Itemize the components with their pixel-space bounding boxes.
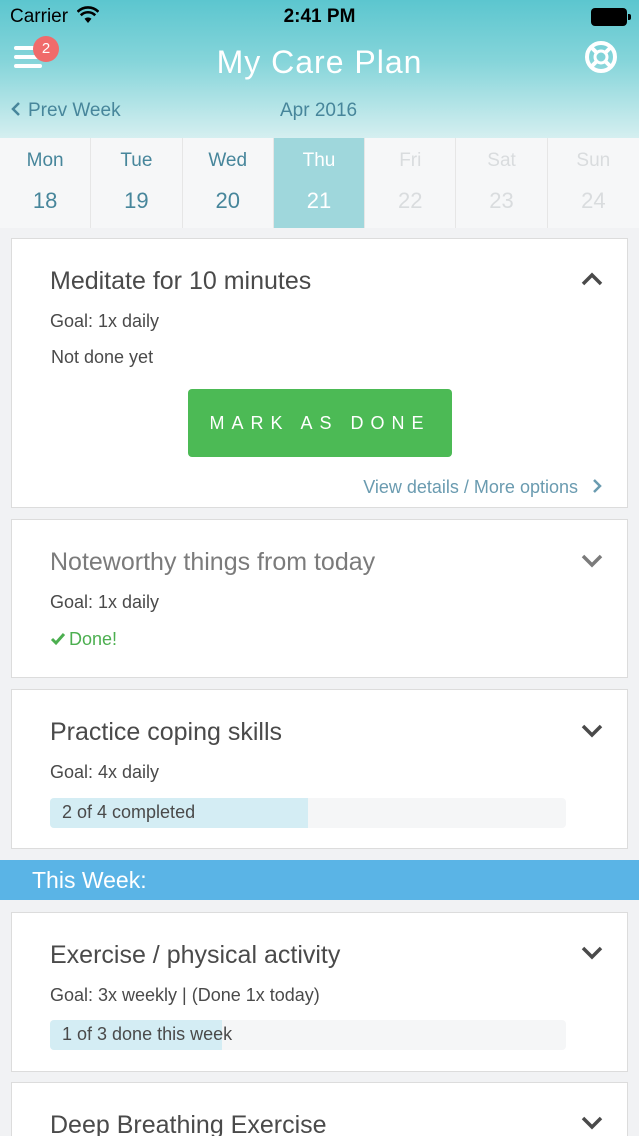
day-tue[interactable]: Tue 19 <box>91 138 183 228</box>
task-card-breathing[interactable]: Deep Breathing Exercise <box>11 1082 628 1136</box>
chevron-down-icon[interactable] <box>581 945 603 961</box>
day-sat[interactable]: Sat 23 <box>456 138 548 228</box>
day-number: 21 <box>306 188 332 213</box>
view-details-label: View details / More options <box>363 477 578 497</box>
day-sun[interactable]: Sun 24 <box>548 138 639 228</box>
day-fri[interactable]: Fri 22 <box>365 138 457 228</box>
chevron-down-icon[interactable] <box>581 723 603 739</box>
task-title: Practice coping skills <box>50 718 283 746</box>
clock: 2:41 PM <box>283 6 356 27</box>
week-day-selector: Mon 18 Tue 19 Wed 20 Thu 21 Fri 22 Sat 2… <box>0 138 639 228</box>
day-mon[interactable]: Mon 18 <box>0 138 92 228</box>
day-name: Sun <box>576 150 611 171</box>
chevron-left-icon <box>11 102 20 116</box>
task-title: Deep Breathing Exercise <box>50 1111 327 1136</box>
task-card-noteworthy[interactable]: Noteworthy things from today Goal: 1x da… <box>11 519 628 678</box>
task-done-status: Done! <box>50 629 117 650</box>
header: Carrier 2:41 PM 2 My Care Plan Prev Week… <box>0 0 639 138</box>
task-title: Noteworthy things from today <box>50 548 376 576</box>
day-number: 20 <box>215 188 240 213</box>
day-number: 18 <box>32 188 58 213</box>
this-week-header: This Week: <box>0 860 639 900</box>
prev-week-label: Prev Week <box>28 100 121 121</box>
month-label: Apr 2016 <box>280 100 358 121</box>
battery-icon <box>591 8 631 26</box>
chevron-up-icon[interactable] <box>581 271 603 287</box>
status-bar: Carrier 2:41 PM <box>0 0 639 34</box>
day-number: 22 <box>398 188 423 213</box>
check-icon <box>50 633 66 646</box>
progress-bar: 2 of 4 completed <box>50 798 566 828</box>
view-details-link[interactable]: View details / More options <box>363 477 603 498</box>
care-plan-screen: Carrier 2:41 PM 2 My Care Plan Prev Week… <box>0 0 639 1136</box>
day-name: Tue <box>120 150 153 171</box>
lifebuoy-icon[interactable] <box>584 40 618 74</box>
progress-text: 2 of 4 completed <box>62 802 196 822</box>
done-label: Done! <box>69 629 118 649</box>
task-goal: Goal: 1x daily <box>50 311 160 331</box>
task-title: Meditate for 10 minutes <box>50 267 312 295</box>
task-card-meditate: Meditate for 10 minutes Goal: 1x daily N… <box>11 238 628 508</box>
chevron-right-icon <box>593 479 602 493</box>
day-thu[interactable]: Thu 21 <box>273 138 366 228</box>
day-name: Sat <box>487 150 516 171</box>
chevron-down-icon[interactable] <box>581 1115 603 1131</box>
page-title: My Care Plan <box>216 44 423 80</box>
day-name: Thu <box>302 150 336 171</box>
task-goal: Goal: 4x daily <box>50 762 160 782</box>
task-card-exercise[interactable]: Exercise / physical activity Goal: 3x we… <box>11 912 628 1072</box>
task-title: Exercise / physical activity <box>50 941 341 969</box>
progress-bar: 1 of 3 done this week <box>50 1020 566 1050</box>
mark-as-done-button[interactable]: MARK AS DONE <box>188 389 452 457</box>
day-number: 24 <box>581 188 606 213</box>
task-goal: Goal: 1x daily <box>50 592 160 612</box>
task-goal: Goal: 3x weekly | (Done 1x today) <box>50 985 320 1005</box>
task-card-coping[interactable]: Practice coping skills Goal: 4x daily 2 … <box>11 689 628 849</box>
task-status: Not done yet <box>51 347 154 367</box>
day-number: 19 <box>124 188 149 213</box>
day-name: Wed <box>208 150 248 171</box>
chevron-down-icon[interactable] <box>581 553 603 569</box>
progress-text: 1 of 3 done this week <box>62 1024 233 1044</box>
day-name: Fri <box>399 150 422 171</box>
day-name: Mon <box>26 150 64 171</box>
day-wed[interactable]: Wed 20 <box>183 138 274 228</box>
day-number: 23 <box>489 188 514 213</box>
prev-week-button[interactable]: Prev Week <box>10 100 121 122</box>
